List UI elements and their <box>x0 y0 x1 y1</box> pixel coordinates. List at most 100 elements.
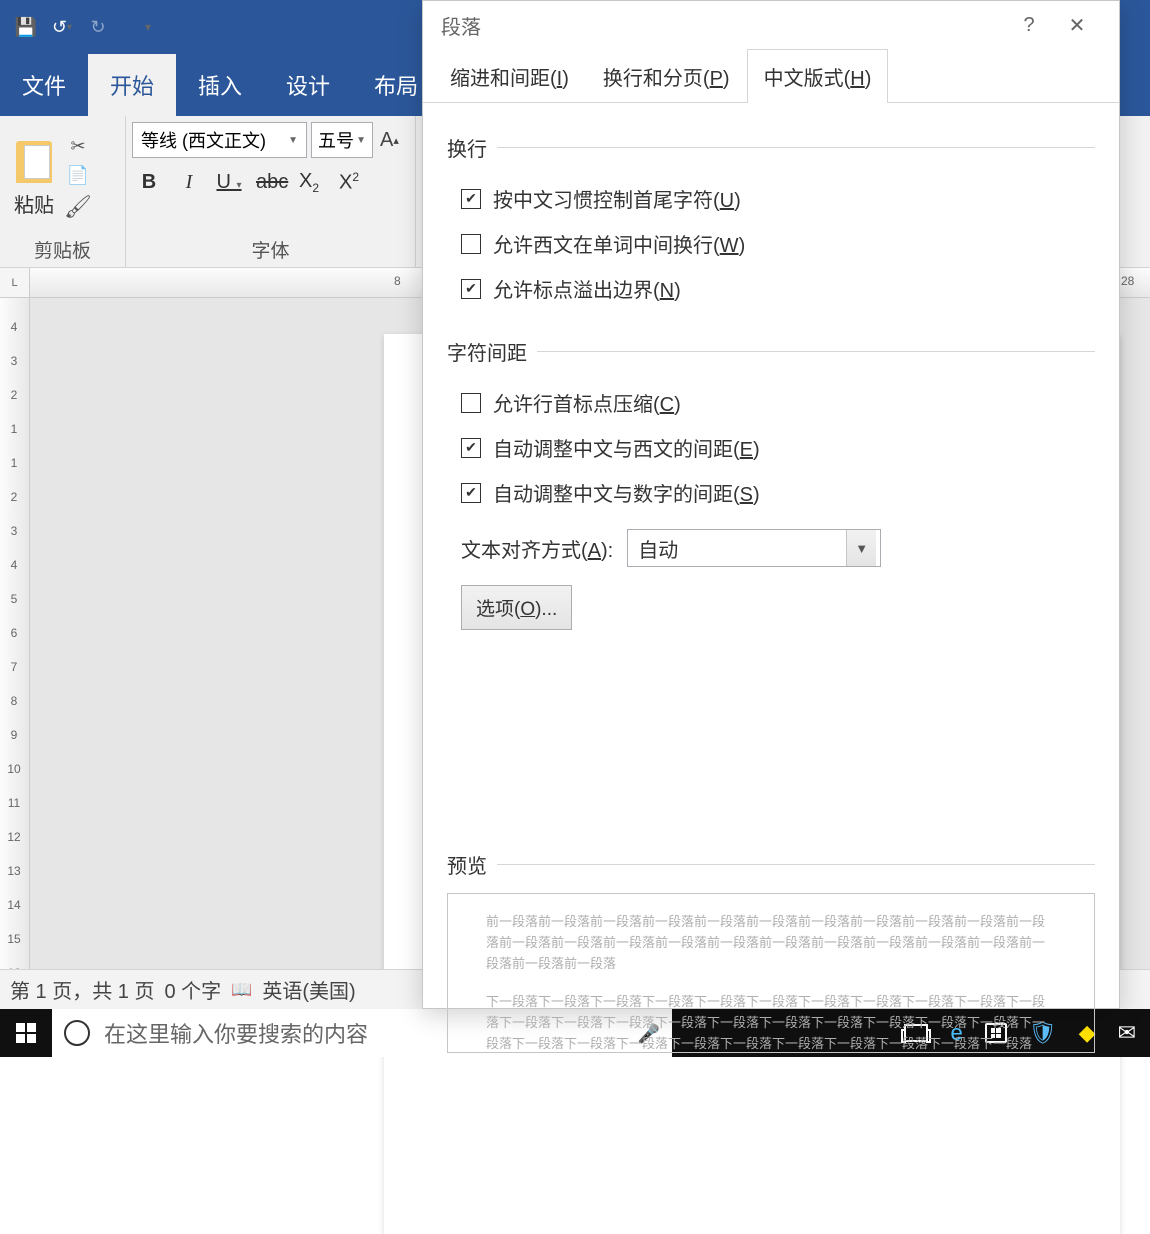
font-name-combo[interactable]: 等线 (西文正文) ▼ <box>132 122 307 158</box>
font-size-value: 五号 <box>318 127 354 153</box>
grow-font-button[interactable]: A▴ <box>377 122 399 158</box>
dialog-help-button[interactable]: ? <box>1005 1 1053 49</box>
tab-asian-typography[interactable]: 中文版式(H) <box>747 49 889 103</box>
checkbox-label: 允许标点溢出边界(N) <box>493 274 681 303</box>
checkbox-label: 允许行首标点压缩(C) <box>493 388 681 417</box>
tab-insert[interactable]: 插入 <box>176 54 264 116</box>
windows-logo-icon <box>16 1023 36 1043</box>
page-info[interactable]: 第 1 页，共 1 页 <box>10 975 154 1004</box>
copy-button[interactable]: 📄 <box>64 165 92 186</box>
text-align-row: 文本对齐方式(A): 自动 ▼ <box>447 515 1095 567</box>
dialog-close-button[interactable]: ✕ <box>1053 1 1101 49</box>
ruler-tick: 13 <box>4 864 24 878</box>
checkbox-auto-adjust-latin[interactable]: 自动调整中文与西文的间距(E) <box>447 425 1095 470</box>
section-preview: 预览 <box>447 850 1095 879</box>
tab-indent-spacing[interactable]: 缩进和间距(I) <box>433 49 586 103</box>
undo-button[interactable]: ↺ ▾ <box>44 9 80 45</box>
chevron-down-icon: ▼ <box>356 135 366 146</box>
cut-button[interactable]: ✂ <box>64 136 92 157</box>
paste-icon <box>16 141 52 183</box>
chevron-down-icon: ▼ <box>846 530 876 566</box>
ruler-corner[interactable]: L <box>0 268 30 298</box>
checkbox-label: 自动调整中文与西文的间距(E) <box>493 433 760 462</box>
checkbox-auto-adjust-number[interactable]: 自动调整中文与数字的间距(S) <box>447 470 1095 515</box>
ruler-tick: 12 <box>4 830 24 844</box>
checkbox-label: 按中文习惯控制首尾字符(U) <box>493 184 741 213</box>
clipboard-group-label: 剪贴板 <box>0 236 125 267</box>
section-label: 字符间距 <box>447 337 527 366</box>
checkbox-control-first-last[interactable]: 按中文习惯控制首尾字符(U) <box>447 176 1095 221</box>
section-line-break: 换行 <box>447 133 1095 162</box>
tab-design[interactable]: 设计 <box>264 54 352 116</box>
ruler-tick: 7 <box>4 660 24 674</box>
underline-button[interactable]: U ▾ <box>216 171 242 194</box>
checkbox-label: 允许西文在单词中间换行(W) <box>493 229 745 258</box>
mail-button[interactable]: ✉ <box>1118 1020 1136 1046</box>
ruler-tick: 2 <box>4 490 24 504</box>
font-size-combo[interactable]: 五号 ▼ <box>311 122 373 158</box>
ruler-tick: 15 <box>4 932 24 946</box>
ruler-tick: 8 <box>4 694 24 708</box>
ruler-tick: 4 <box>4 558 24 572</box>
chevron-down-icon: ▾ <box>145 20 151 34</box>
checkbox-hanging-punct[interactable]: 允许标点溢出边界(N) <box>447 266 1095 311</box>
start-button[interactable] <box>0 1009 52 1057</box>
preview-prev-text: 前一段落前一段落前一段落前一段落前一段落前一段落前一段落前一段落前一段落前一段落… <box>486 912 1056 974</box>
ruler-tick: 3 <box>4 354 24 368</box>
checkbox-latin-wrap[interactable]: 允许西文在单词中间换行(W) <box>447 221 1095 266</box>
format-painter-button[interactable]: 🖌 <box>64 194 92 220</box>
customize-qat-button[interactable]: ▾ <box>130 9 166 45</box>
save-button[interactable]: 💾 <box>8 9 44 45</box>
italic-button[interactable]: I <box>176 171 202 194</box>
redo-button[interactable]: ↻ <box>80 9 116 45</box>
ruler-tick: 1 <box>4 456 24 470</box>
language-status[interactable]: 英语(美国) <box>262 975 355 1004</box>
checkbox-icon <box>461 234 481 254</box>
ruler-tick: 11 <box>4 796 24 810</box>
superscript-button[interactable]: X2 <box>336 170 362 195</box>
checkbox-icon <box>461 279 481 299</box>
font-group-label: 字体 <box>126 236 415 267</box>
tab-line-page-breaks[interactable]: 换行和分页(P) <box>586 49 747 103</box>
ruler-tick: 10 <box>4 762 24 776</box>
dialog-tabs: 缩进和间距(I) 换行和分页(P) 中文版式(H) <box>423 49 1119 103</box>
paste-label: 粘贴 <box>14 189 54 218</box>
dialog-titlebar[interactable]: 段落 ? ✕ <box>423 1 1119 49</box>
chevron-down-icon: ▾ <box>67 22 72 33</box>
checkbox-compress-punct[interactable]: 允许行首标点压缩(C) <box>447 380 1095 425</box>
section-label: 预览 <box>447 850 487 879</box>
tab-home[interactable]: 开始 <box>88 54 176 116</box>
section-char-spacing: 字符间距 <box>447 337 1095 366</box>
save-icon: 💾 <box>15 17 37 38</box>
ruler-tick: 8 <box>394 274 401 288</box>
checkbox-icon <box>461 483 481 503</box>
font-name-value: 等线 (西文正文) <box>141 127 266 153</box>
ruler-tick: 4 <box>4 320 24 334</box>
clipboard-group: 粘贴 ✂ 📄 🖌 剪贴板 <box>0 116 126 267</box>
word-count[interactable]: 0 个字 <box>164 975 221 1004</box>
proofing-icon[interactable]: 📖 <box>231 980 252 1000</box>
vertical-ruler[interactable]: 432112345678910111213141516 <box>0 298 30 1009</box>
options-button[interactable]: 选项(O)... <box>461 585 572 630</box>
paste-button[interactable]: 粘贴 <box>6 135 62 218</box>
ruler-tick: 9 <box>4 728 24 742</box>
ruler-tick: 5 <box>4 592 24 606</box>
paragraph-dialog: 段落 ? ✕ 缩进和间距(I) 换行和分页(P) 中文版式(H) 换行 按中文习… <box>422 0 1120 1009</box>
text-align-combo[interactable]: 自动 ▼ <box>627 529 881 567</box>
tab-file[interactable]: 文件 <box>0 54 88 116</box>
preview-box: 前一段落前一段落前一段落前一段落前一段落前一段落前一段落前一段落前一段落前一段落… <box>447 893 1095 1053</box>
section-label: 换行 <box>447 133 487 162</box>
ruler-tick: 1 <box>4 422 24 436</box>
strikethrough-button[interactable]: abc <box>256 171 282 194</box>
chevron-down-icon: ▼ <box>288 135 298 146</box>
ruler-tick: 28 <box>1121 274 1134 288</box>
subscript-button[interactable]: X2 <box>296 170 322 195</box>
bold-button[interactable]: B <box>136 171 162 194</box>
ruler-tick: 2 <box>4 388 24 402</box>
font-group: 等线 (西文正文) ▼ 五号 ▼ A▴ B I U ▾ abc X2 X2 字体 <box>126 116 416 267</box>
chevron-down-icon: ▾ <box>236 180 241 191</box>
ruler-tick: 3 <box>4 524 24 538</box>
checkbox-icon <box>461 393 481 413</box>
redo-icon: ↻ <box>90 17 105 38</box>
cortana-icon <box>64 1020 90 1046</box>
